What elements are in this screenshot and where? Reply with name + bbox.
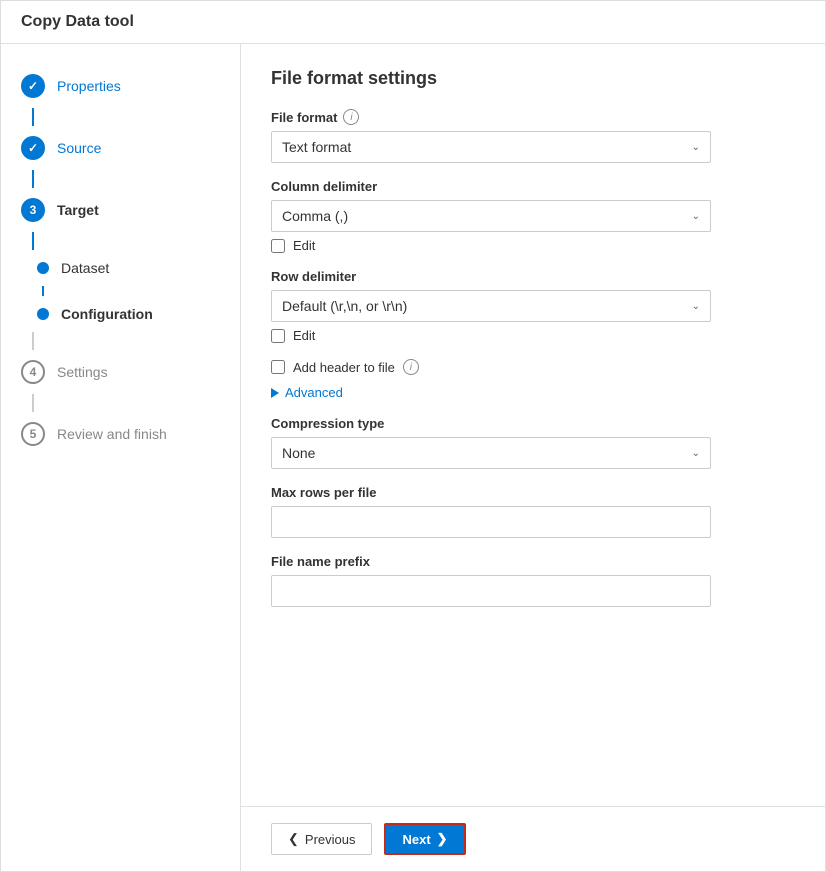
chevron-down-icon: ⌄ <box>692 142 700 153</box>
row-edit-checkbox[interactable] <box>271 329 285 343</box>
app-title: Copy Data tool <box>21 13 805 31</box>
section-title: File format settings <box>271 68 795 89</box>
step-label-target: Target <box>57 202 99 218</box>
max-rows-label: Max rows per file <box>271 485 795 500</box>
advanced-row[interactable]: Advanced <box>271 385 795 400</box>
step-number-target: 3 <box>30 203 37 217</box>
column-edit-row: Edit <box>271 238 795 253</box>
column-delimiter-label: Column delimiter <box>271 179 795 194</box>
connector-2 <box>32 170 34 188</box>
step-circle-review: 5 <box>21 422 45 446</box>
sidebar-item-source[interactable]: ✓ Source <box>1 126 240 170</box>
sidebar-item-configuration[interactable]: Configuration <box>1 296 240 332</box>
sidebar-item-settings[interactable]: 4 Settings <box>1 350 240 394</box>
step-label-settings: Settings <box>57 364 108 380</box>
step-label-properties: Properties <box>57 78 121 94</box>
column-edit-checkbox[interactable] <box>271 239 285 253</box>
step-circle-target: 3 <box>21 198 45 222</box>
file-name-prefix-input[interactable] <box>271 575 711 607</box>
step-label-configuration: Configuration <box>61 306 153 322</box>
row-delimiter-dropdown[interactable]: Default (\r,\n, or \r\n) ⌄ <box>271 290 711 322</box>
file-format-group: File format i Text format ⌄ <box>271 109 795 163</box>
column-delimiter-group: Column delimiter Comma (,) ⌄ Edit <box>271 179 795 253</box>
column-delimiter-dropdown[interactable]: Comma (,) ⌄ <box>271 200 711 232</box>
column-edit-label[interactable]: Edit <box>293 238 315 253</box>
file-format-info-icon[interactable]: i <box>343 109 359 125</box>
previous-button[interactable]: ❮ Previous <box>271 823 372 855</box>
max-rows-input[interactable] <box>271 506 711 538</box>
advanced-label: Advanced <box>285 385 343 400</box>
file-name-prefix-label: File name prefix <box>271 554 795 569</box>
compression-type-label: Compression type <box>271 416 795 431</box>
step-label-review: Review and finish <box>57 426 167 442</box>
file-format-dropdown[interactable]: Text format ⌄ <box>271 131 711 163</box>
checkmark-icon: ✓ <box>28 79 38 93</box>
file-name-prefix-group: File name prefix <box>271 554 795 607</box>
sidebar-item-dataset[interactable]: Dataset <box>1 250 240 286</box>
chevron-left-icon: ❮ <box>288 831 299 847</box>
chevron-right-icon: ❯ <box>437 831 448 847</box>
sidebar-item-properties[interactable]: ✓ Properties <box>1 64 240 108</box>
content-area: File format settings File format i Text … <box>241 44 825 806</box>
compression-type-group: Compression type None ⌄ <box>271 416 795 469</box>
file-format-value: Text format <box>282 139 351 155</box>
row-edit-row: Edit <box>271 328 795 343</box>
main-panel: File format settings File format i Text … <box>241 44 825 871</box>
row-delimiter-group: Row delimiter Default (\r,\n, or \r\n) ⌄… <box>271 269 795 343</box>
column-delimiter-value: Comma (,) <box>282 208 348 224</box>
chevron-down-icon-row: ⌄ <box>692 301 700 312</box>
step-circle-source: ✓ <box>21 136 45 160</box>
title-bar: Copy Data tool <box>1 1 825 44</box>
add-header-row: Add header to file i <box>271 359 795 375</box>
chevron-down-icon-col: ⌄ <box>692 211 700 222</box>
sidebar-item-review[interactable]: 5 Review and finish <box>1 412 240 456</box>
file-format-label: File format i <box>271 109 795 125</box>
chevron-down-icon-comp: ⌄ <box>692 448 700 459</box>
row-delimiter-label: Row delimiter <box>271 269 795 284</box>
compression-type-value: None <box>282 445 315 461</box>
step-circle-properties: ✓ <box>21 74 45 98</box>
add-header-checkbox[interactable] <box>271 360 285 374</box>
connector-6 <box>32 394 34 412</box>
connector-4 <box>42 286 44 296</box>
compression-type-dropdown[interactable]: None ⌄ <box>271 437 711 469</box>
triangle-right-icon <box>271 388 279 398</box>
row-delimiter-value: Default (\r,\n, or \r\n) <box>282 298 407 314</box>
row-edit-label[interactable]: Edit <box>293 328 315 343</box>
step-number-settings: 4 <box>30 365 37 379</box>
previous-label: Previous <box>305 832 356 847</box>
app-container: Copy Data tool ✓ Properties ✓ Source <box>0 0 826 872</box>
step-circle-dataset <box>37 262 49 274</box>
connector-3 <box>32 232 34 250</box>
step-circle-configuration <box>37 308 49 320</box>
connector-5 <box>32 332 34 350</box>
sidebar-item-target[interactable]: 3 Target <box>1 188 240 232</box>
max-rows-group: Max rows per file <box>271 485 795 538</box>
step-circle-settings: 4 <box>21 360 45 384</box>
connector-1 <box>32 108 34 126</box>
add-header-label[interactable]: Add header to file <box>293 360 395 375</box>
checkmark-icon-source: ✓ <box>28 141 38 155</box>
step-label-dataset: Dataset <box>61 260 109 276</box>
main-content: ✓ Properties ✓ Source 3 Target <box>1 44 825 871</box>
next-button[interactable]: Next ❯ <box>384 823 465 855</box>
footer: ❮ Previous Next ❯ <box>241 806 825 871</box>
sidebar: ✓ Properties ✓ Source 3 Target <box>1 44 241 871</box>
add-header-info-icon[interactable]: i <box>403 359 419 375</box>
step-number-review: 5 <box>30 427 37 441</box>
step-label-source: Source <box>57 140 101 156</box>
next-label: Next <box>402 832 430 847</box>
